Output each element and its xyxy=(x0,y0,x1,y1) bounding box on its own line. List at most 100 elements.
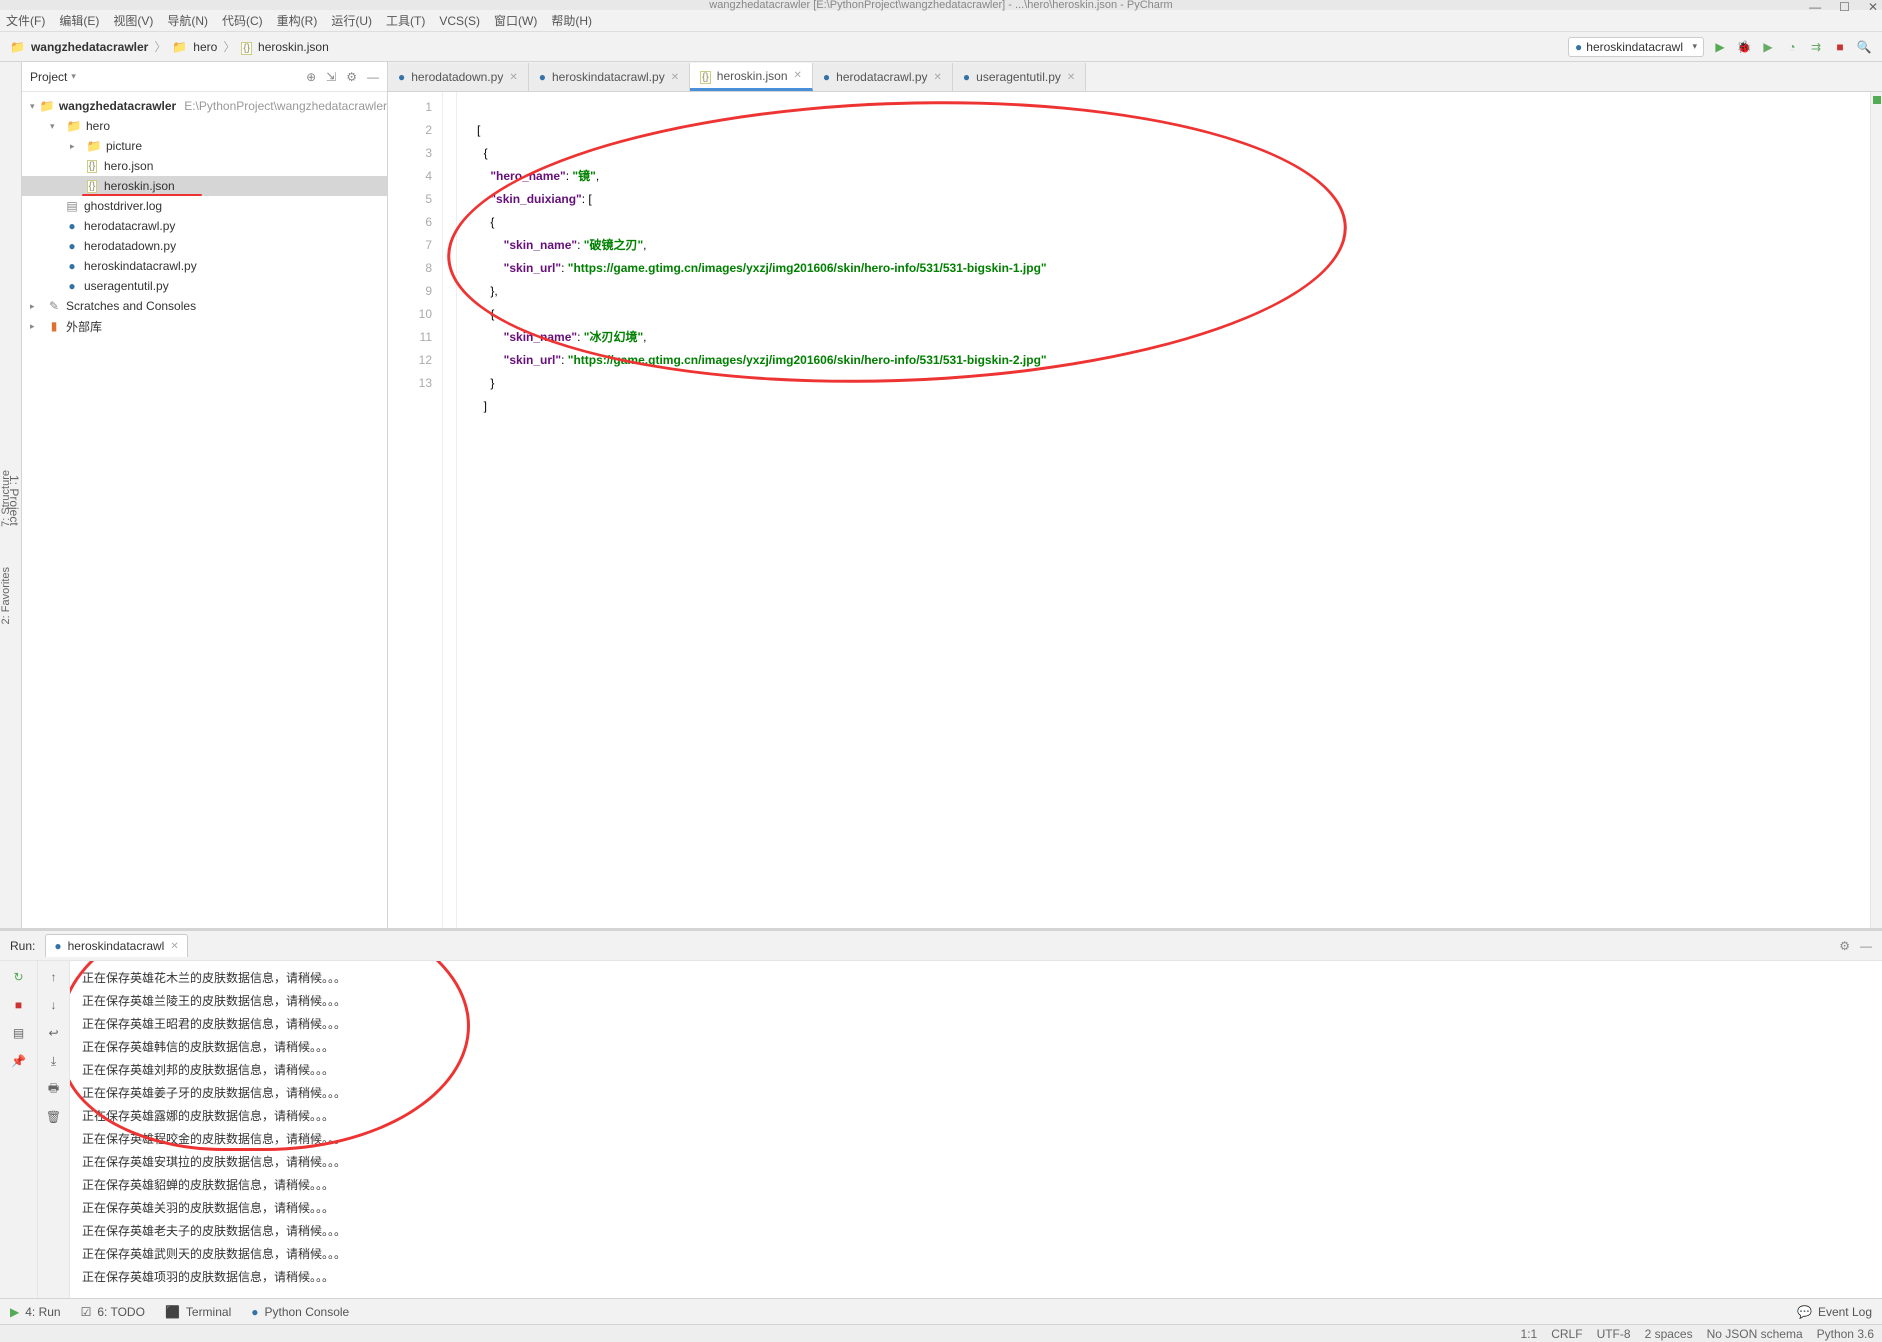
editor-tabs: herodatadown.py✕ heroskindatacrawl.py✕ h… xyxy=(388,62,1882,92)
status-schema[interactable]: No JSON schema xyxy=(1707,1327,1803,1341)
profile-icon[interactable]: ◔ xyxy=(1784,39,1800,55)
menu-code[interactable]: 代码(C) xyxy=(222,12,263,29)
menu-vcs[interactable]: VCS(S) xyxy=(439,14,480,28)
down-icon[interactable]: ↓ xyxy=(44,995,64,1015)
python-icon xyxy=(1575,40,1582,54)
close-icon[interactable]: ✕ xyxy=(509,72,517,83)
status-caret-position[interactable]: 1:1 xyxy=(1521,1327,1538,1341)
pin-icon[interactable]: 📌 xyxy=(9,1051,29,1071)
chevron-right-icon: 〉 xyxy=(223,38,235,55)
eventlog-button[interactable]: 💬Event Log xyxy=(1797,1305,1872,1319)
gear-icon[interactable]: ⚙ xyxy=(346,70,357,84)
tree-file-heroskin[interactable]: heroskin.json xyxy=(22,176,387,196)
tree-root-label: wangzhedatacrawler xyxy=(59,99,176,113)
tab-useragentutil[interactable]: useragentutil.py✕ xyxy=(953,63,1086,91)
run-tab[interactable]: heroskindatacrawl ✕ xyxy=(45,934,187,957)
run-tab-label: heroskindatacrawl xyxy=(68,939,165,953)
tree-file[interactable]: heroskindatacrawl.py xyxy=(22,256,387,276)
minimize-button[interactable]: — xyxy=(1809,0,1821,14)
todo-toolwindow-button[interactable]: ☑6: TODO xyxy=(81,1305,145,1319)
tree-file[interactable]: useragentutil.py xyxy=(22,276,387,296)
status-indent[interactable]: 2 spaces xyxy=(1645,1327,1693,1341)
locate-icon[interactable]: ⊕ xyxy=(306,70,316,84)
tab-herodatacrawl[interactable]: herodatacrawl.py✕ xyxy=(813,63,953,91)
breadcrumb-file[interactable]: heroskin.json xyxy=(258,40,329,54)
search-icon[interactable]: 🔍 xyxy=(1856,39,1872,55)
pyconsole-toolwindow-button[interactable]: Python Console xyxy=(251,1305,349,1319)
menu-view[interactable]: 视图(V) xyxy=(113,12,153,29)
menu-tools[interactable]: 工具(T) xyxy=(386,12,425,29)
status-charset[interactable]: UTF-8 xyxy=(1597,1327,1631,1341)
stop-icon[interactable]: ■ xyxy=(1832,39,1848,55)
terminal-toolwindow-button[interactable]: ⬛Terminal xyxy=(165,1305,231,1319)
tree-folder-hero[interactable]: ▾ hero xyxy=(22,116,387,136)
tab-heroskin-json[interactable]: heroskin.json✕ xyxy=(690,63,813,91)
scroll-icon[interactable]: ⤓ xyxy=(44,1051,64,1071)
tree-label: hero xyxy=(86,119,110,133)
hide-icon[interactable]: — xyxy=(1860,939,1872,953)
tree-file[interactable]: ghostdriver.log xyxy=(22,196,387,216)
tree-root[interactable]: ▾ wangzhedatacrawler E:\PythonProject\wa… xyxy=(22,96,387,116)
tree-file[interactable]: herodatacrawl.py xyxy=(22,216,387,236)
breadcrumb-project[interactable]: wangzhedatacrawler xyxy=(31,40,148,54)
maximize-button[interactable]: ☐ xyxy=(1839,0,1850,14)
folder-icon xyxy=(86,138,102,154)
breadcrumb-folder[interactable]: hero xyxy=(193,40,217,54)
softwrap-icon[interactable]: ↩ xyxy=(44,1023,64,1043)
status-python[interactable]: Python 3.6 xyxy=(1817,1327,1874,1341)
tab-heroskindatacrawl[interactable]: heroskindatacrawl.py✕ xyxy=(529,63,690,91)
menu-edit[interactable]: 编辑(E) xyxy=(59,12,99,29)
tab-herodatadown[interactable]: herodatadown.py✕ xyxy=(388,63,529,91)
menu-refactor[interactable]: 重构(R) xyxy=(277,12,318,29)
close-icon[interactable]: ✕ xyxy=(671,72,679,83)
menu-navigate[interactable]: 导航(N) xyxy=(167,12,208,29)
trash-icon[interactable]: 🗑 xyxy=(44,1107,64,1127)
tree-scratches[interactable]: ▸ Scratches and Consoles xyxy=(22,296,387,316)
coverage-icon[interactable]: ▶ xyxy=(1760,39,1776,55)
run-config-selector[interactable]: heroskindatacrawl xyxy=(1568,37,1704,57)
close-icon[interactable]: ✕ xyxy=(934,72,942,83)
print-icon[interactable]: 🖶 xyxy=(44,1079,64,1099)
hide-icon[interactable]: — xyxy=(367,70,379,84)
concurrency-icon[interactable]: ⇉ xyxy=(1808,39,1824,55)
menu-window[interactable]: 窗口(W) xyxy=(494,12,537,29)
chevron-down-icon[interactable]: ▾ xyxy=(71,71,76,82)
python-icon xyxy=(251,1305,258,1319)
up-icon[interactable]: ↑ xyxy=(44,967,64,987)
run-toolbar-left2: ↑ ↓ ↩ ⤓ 🖶 🗑 xyxy=(38,961,70,1298)
tree-label: Scratches and Consoles xyxy=(66,299,196,313)
gear-icon[interactable]: ⚙ xyxy=(1839,939,1850,953)
tree-file[interactable]: herodatadown.py xyxy=(22,236,387,256)
tree-label: herodatadown.py xyxy=(84,239,176,253)
library-icon xyxy=(46,318,62,334)
menu-help[interactable]: 帮助(H) xyxy=(551,12,592,29)
run-toolwindow-button[interactable]: ▶4: Run xyxy=(10,1305,61,1319)
json-icon xyxy=(241,40,252,54)
code-content[interactable]: [ { "hero_name": "镜", "skin_duixiang": [… xyxy=(457,92,1870,928)
console-output[interactable]: 正在保存英雄花木兰的皮肤数据信息，请稍候。。。 正在保存英雄兰陵王的皮肤数据信息… xyxy=(70,961,1882,1298)
favorites-toolwindow-tab[interactable]: 2: Favorites xyxy=(0,567,22,624)
structure-toolwindow-tab[interactable]: 7: Structure xyxy=(0,470,22,527)
menu-file[interactable]: 文件(F) xyxy=(6,12,45,29)
tree-extlib[interactable]: ▸ 外部库 xyxy=(22,316,387,336)
layout-icon[interactable]: ▤ xyxy=(9,1023,29,1043)
tree-label: ghostdriver.log xyxy=(84,199,162,213)
rerun-icon[interactable]: ↻ xyxy=(9,967,29,987)
status-line-ending[interactable]: CRLF xyxy=(1551,1327,1582,1341)
editor[interactable]: 12345678910111213 [ { "hero_name": "镜", … xyxy=(388,92,1882,928)
tree-file[interactable]: hero.json xyxy=(22,156,387,176)
fold-gutter[interactable] xyxy=(443,92,457,928)
close-icon[interactable]: ✕ xyxy=(170,941,178,952)
close-icon[interactable]: ✕ xyxy=(1067,72,1075,83)
close-button[interactable]: ✕ xyxy=(1868,0,1878,14)
debug-icon[interactable]: 🐞 xyxy=(1736,39,1752,55)
json-icon xyxy=(84,178,100,194)
stop-icon[interactable]: ■ xyxy=(9,995,29,1015)
folder-icon xyxy=(40,98,55,114)
expand-icon[interactable]: ⇲ xyxy=(326,70,336,84)
menu-run[interactable]: 运行(U) xyxy=(331,12,372,29)
close-icon[interactable]: ✕ xyxy=(794,70,802,81)
run-icon[interactable]: ▶ xyxy=(1712,39,1728,55)
tree-folder-picture[interactable]: ▸ picture xyxy=(22,136,387,156)
error-stripe[interactable] xyxy=(1870,92,1882,928)
